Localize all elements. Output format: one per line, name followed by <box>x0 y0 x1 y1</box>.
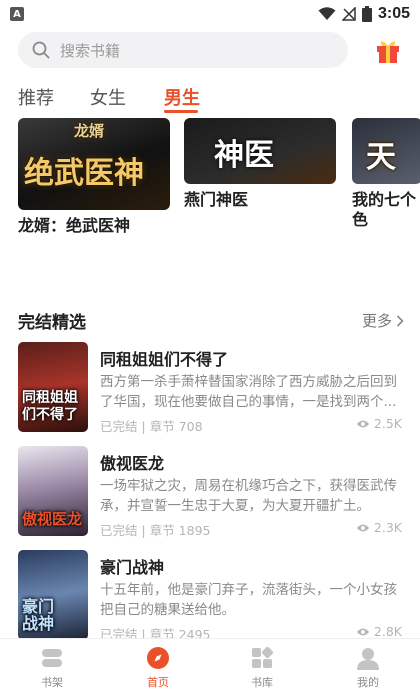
cover-text-top: 龙婿 <box>74 122 105 140</box>
cover-text-main: 天 <box>366 140 396 175</box>
book-chapters: 章节 1895 <box>149 523 211 538</box>
carousel-card[interactable]: 神医 燕门神医 <box>184 118 336 210</box>
cover-text: 同租姐姐们不得了 <box>22 390 78 423</box>
book-cover: 傲视医龙 <box>18 446 88 536</box>
active-tab-indicator <box>164 110 198 113</box>
bookshelf-icon <box>42 649 62 667</box>
category-tabs: 推荐 女生 男生 <box>0 80 420 116</box>
book-status: 已完结 <box>100 523 138 538</box>
book-meta: 已完结 | 章节 1895 <box>100 523 211 538</box>
cover-text-main: 神医 <box>214 138 274 173</box>
status-time: 3:05 <box>377 5 410 22</box>
search-input[interactable]: 搜索书籍 <box>18 32 348 68</box>
eye-icon <box>356 420 369 427</box>
nav-item-home[interactable]: 首页 <box>128 645 188 690</box>
book-views: 2.8K <box>356 624 402 639</box>
list-item[interactable]: 傲视医龙 傲视医龙 一场牢狱之灾，周易在机缘巧合之下，获得医武传承，并宣誓一生忠… <box>0 446 420 544</box>
featured-carousel: 龙婿 绝武医神 龙婿：绝武医神 神医 燕门神医 天 我的七个 色 <box>0 118 420 278</box>
carousel-card[interactable]: 天 我的七个 色 <box>352 118 420 230</box>
profile-icon <box>357 648 379 670</box>
book-meta: 已完结 | 章节 708 <box>100 419 203 434</box>
book-title: 同租姐姐们不得了 <box>100 350 229 369</box>
book-cover: 天 <box>352 118 420 184</box>
gift-icon[interactable] <box>374 36 402 64</box>
nav-label: 书库 <box>251 676 273 689</box>
nav-label: 我的 <box>357 676 379 689</box>
app-notification-icon: A <box>10 7 24 21</box>
nav-label: 书架 <box>41 676 63 689</box>
signal-off-icon <box>341 7 356 21</box>
cover-text-main: 绝武医神 <box>24 156 144 191</box>
book-description: 十五年前，他是豪门弃子，流落街头，一个小女孩把自己的糖果送给他。 <box>100 582 397 618</box>
views-count: 2.8K <box>373 624 402 639</box>
more-link[interactable]: 更多 <box>362 310 404 331</box>
search-placeholder: 搜索书籍 <box>60 41 121 60</box>
carousel-card[interactable]: 龙婿 绝武医神 龙婿：绝武医神 <box>18 118 170 236</box>
list-item[interactable]: 豪门战神 豪门战神 十五年前，他是豪门弃子，流落街头，一个小女孩把自己的糖果送给… <box>0 550 420 648</box>
views-count: 2.3K <box>373 520 402 535</box>
home-compass-icon <box>147 647 169 669</box>
views-count: 2.5K <box>373 416 402 431</box>
book-title: 傲视医龙 <box>100 454 165 473</box>
search-row: 搜索书籍 <box>0 32 420 68</box>
cover-text: 傲视医龙 <box>22 510 83 528</box>
carousel-title: 我的七个 <box>352 190 417 209</box>
book-description: 西方第一杀手萧梓替国家消除了西方威胁之后回到了华国，现在他要做自己的事情，一是找… <box>100 374 397 410</box>
section-header: 完结精选 更多 <box>0 304 420 334</box>
search-icon <box>32 41 50 59</box>
library-icon <box>252 646 274 668</box>
nav-item-profile[interactable]: 我的 <box>338 645 398 690</box>
book-views: 2.5K <box>356 416 402 431</box>
book-chapters: 章节 708 <box>149 419 203 434</box>
carousel-title-line2: 色 <box>352 210 369 229</box>
book-views: 2.3K <box>356 520 402 535</box>
list-item[interactable]: 同租姐姐们不得了 同租姐姐们不得了 西方第一杀手萧梓替国家消除了西方威胁之后回到… <box>0 342 420 440</box>
chevron-right-icon <box>396 314 404 327</box>
book-cover: 神医 <box>184 118 336 184</box>
wifi-icon <box>318 7 336 20</box>
carousel-title: 燕门神医 <box>184 190 249 209</box>
battery-icon <box>361 6 372 22</box>
tab-female[interactable]: 女生 <box>90 84 126 110</box>
book-cover: 豪门战神 <box>18 550 88 640</box>
nav-label: 首页 <box>147 676 169 689</box>
book-title: 豪门战神 <box>100 558 165 577</box>
cover-text: 豪门战神 <box>22 597 55 633</box>
book-status: 已完结 <box>100 419 138 434</box>
bottom-nav: 书架 首页 书库 我的 <box>0 638 420 700</box>
eye-icon <box>356 628 369 635</box>
section-title: 完结精选 <box>18 313 86 333</box>
nav-item-bookshelf[interactable]: 书架 <box>22 645 82 690</box>
nav-item-library[interactable]: 书库 <box>232 645 292 690</box>
tab-recommend[interactable]: 推荐 <box>18 84 54 110</box>
eye-icon <box>356 524 369 531</box>
carousel-title: 龙婿：绝武医神 <box>18 216 131 235</box>
book-cover: 同租姐姐们不得了 <box>18 342 88 432</box>
status-bar: A 3:05 <box>0 0 420 28</box>
more-label: 更多 <box>361 312 392 330</box>
book-cover: 龙婿 绝武医神 <box>18 118 170 210</box>
tab-male[interactable]: 男生 <box>164 84 200 110</box>
book-description: 一场牢狱之灾，周易在机缘巧合之下，获得医武传承，并宣誓一生忠于大夏，为大夏开疆扩… <box>100 478 397 514</box>
